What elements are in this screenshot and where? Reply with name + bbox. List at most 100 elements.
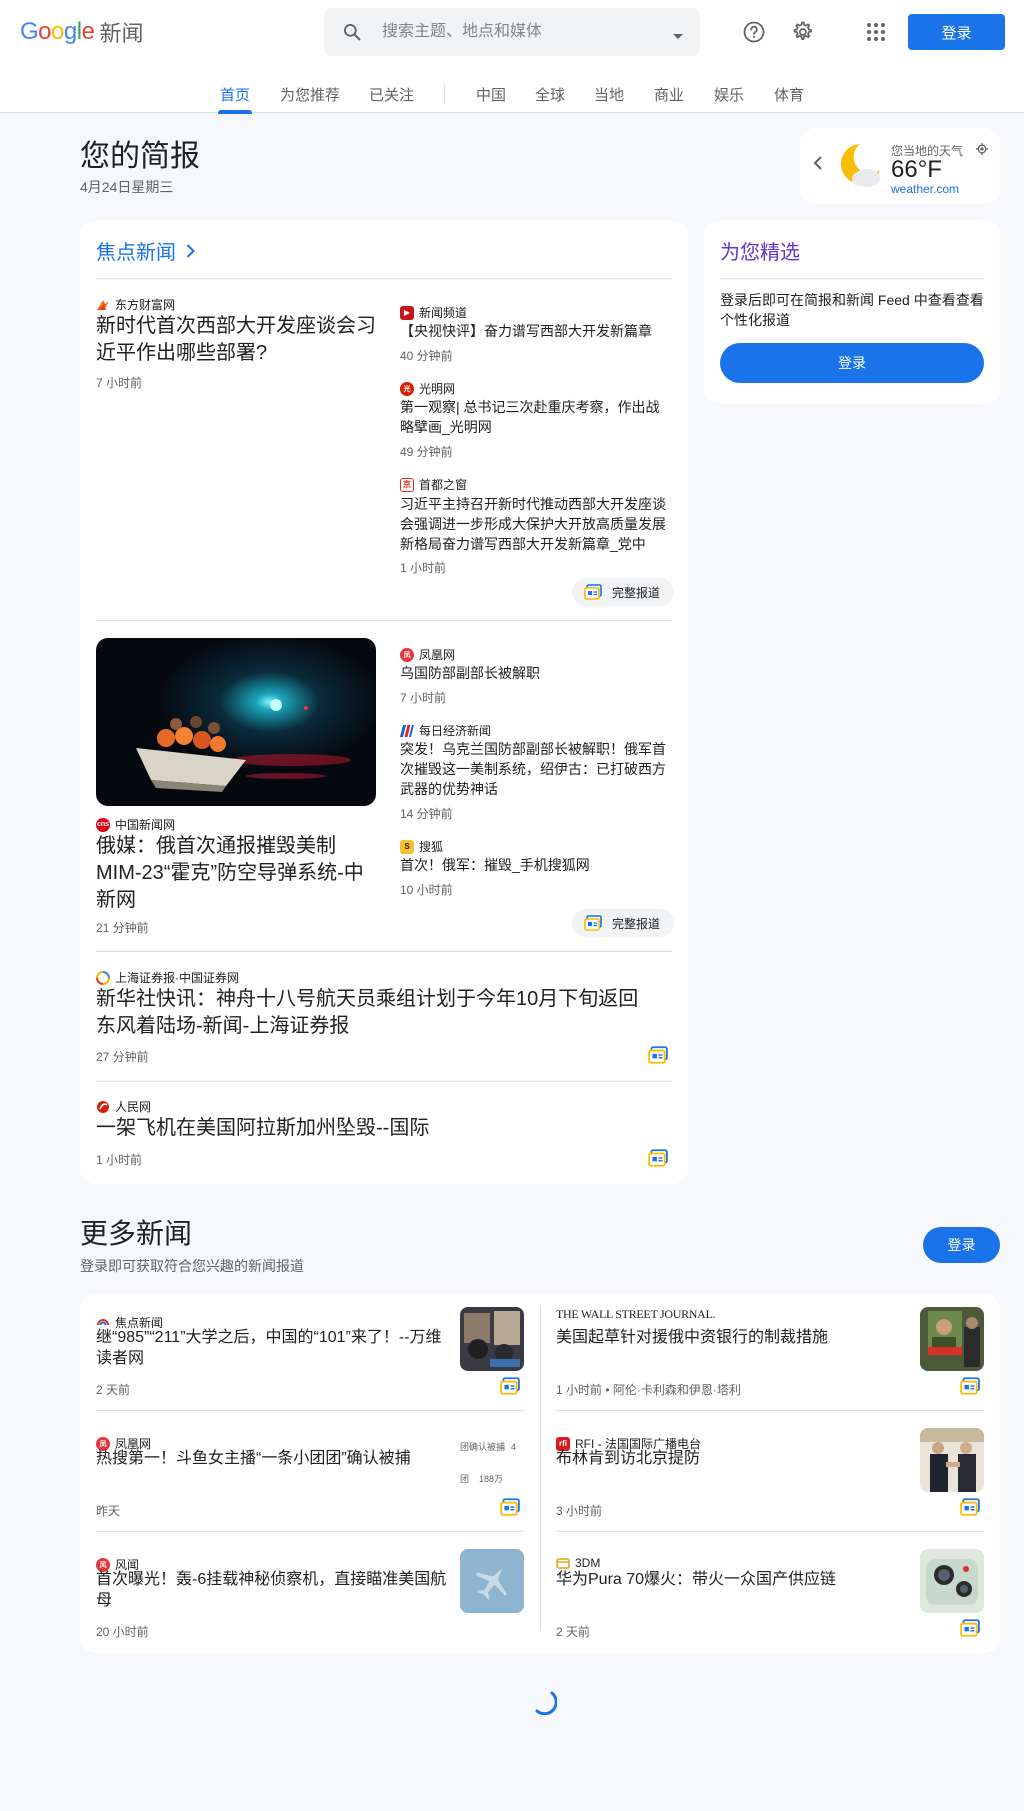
story-photo[interactable] bbox=[96, 638, 376, 806]
tab-home[interactable]: 首页 bbox=[217, 84, 253, 114]
sign-in-button[interactable]: 登录 bbox=[908, 14, 1005, 50]
full-coverage-icon[interactable] bbox=[500, 1498, 520, 1516]
source-label: 3DM bbox=[556, 1556, 600, 1570]
tab-local[interactable]: 当地 bbox=[594, 84, 624, 113]
story-headline[interactable]: 新华社快讯：神舟十八号航天员乘组计划于今年10月下旬返回东风着陆场-新闻-上海证… bbox=[96, 986, 656, 1040]
story-time: 7 小时前 bbox=[96, 376, 143, 390]
source-label: 东方财富网 bbox=[96, 296, 175, 313]
story-headline[interactable]: 布林肯到访北京提防 bbox=[556, 1448, 908, 1469]
divider bbox=[720, 278, 984, 279]
top-app-bar: Google 新闻 登录 首页 为您推荐 已关注 中国 全球 当地 商业 娱乐 … bbox=[0, 0, 1024, 114]
settings-gear-icon[interactable] bbox=[786, 16, 818, 48]
story-thumbnail[interactable] bbox=[920, 1549, 984, 1613]
cctv-news-logo-icon: ▶ bbox=[400, 305, 414, 320]
more-news-sign-in-button[interactable]: 登录 bbox=[923, 1227, 1000, 1263]
picks-title: 为您精选 bbox=[720, 242, 800, 264]
tab-sports[interactable]: 体育 bbox=[774, 84, 804, 113]
help-icon[interactable] bbox=[738, 16, 770, 48]
story-headline[interactable]: 继“985”“211”大学之后，中国的“101”来了！--万维读者网 bbox=[96, 1327, 448, 1369]
google-news-logo[interactable]: Google 新闻 bbox=[20, 16, 143, 48]
full-coverage-icon[interactable] bbox=[500, 1377, 520, 1395]
tab-business[interactable]: 商业 bbox=[654, 84, 684, 113]
tab-china[interactable]: 中国 bbox=[476, 84, 506, 113]
full-coverage-icon[interactable] bbox=[960, 1498, 980, 1516]
weather-source-link[interactable]: weather.com bbox=[891, 182, 959, 196]
top-stories-link[interactable]: 焦点新闻 bbox=[96, 236, 195, 265]
full-coverage-button[interactable]: 完整报道 bbox=[572, 909, 675, 937]
weather-widget[interactable]: 您当地的天气 66°F weather.com bbox=[800, 128, 1000, 204]
story-time: 7 小时前 bbox=[400, 691, 447, 705]
full-coverage-icon[interactable] bbox=[960, 1619, 980, 1637]
tab-for-you[interactable]: 为您推荐 bbox=[280, 84, 340, 113]
thumbnail-text: 团确认被捕 bbox=[460, 1442, 506, 1452]
chevron-left-icon[interactable] bbox=[812, 156, 824, 175]
story-thumbnail[interactable] bbox=[460, 1549, 524, 1613]
people-daily-logo-icon bbox=[96, 1100, 110, 1114]
full-coverage-icon bbox=[584, 915, 602, 931]
tab-entertainment[interactable]: 娱乐 bbox=[714, 84, 744, 113]
story-time: 20 小时前 bbox=[96, 1625, 149, 1639]
story-thumbnail[interactable]: 团确认被捕 4 团 188万 bbox=[460, 1428, 524, 1492]
full-coverage-button[interactable]: 完整报道 bbox=[572, 578, 675, 606]
partly-cloudy-night-icon bbox=[834, 140, 886, 197]
story-headline[interactable]: 美国起草针对援俄中资银行的制裁措施 bbox=[556, 1327, 908, 1348]
story-headline[interactable]: 一架飞机在美国阿拉斯加州坠毁--国际 bbox=[96, 1115, 656, 1142]
tab-following[interactable]: 已关注 bbox=[369, 84, 414, 113]
briefing-title: 您的简报 bbox=[80, 140, 200, 173]
divider bbox=[556, 1531, 984, 1532]
story-time: 1 小时前 • 阿伦·卡利森和伊恩·塔利 bbox=[556, 1383, 741, 1397]
story-time: 1 小时前 bbox=[96, 1153, 143, 1167]
full-coverage-icon[interactable] bbox=[648, 1149, 668, 1167]
story-headline[interactable]: 乌国防部副部长被解职 bbox=[400, 663, 672, 683]
top-stories-card: 焦点新闻 东方财富网 新时代首次西部大开发座谈会习近平作出哪些部署? 7 小时前… bbox=[80, 220, 688, 1184]
story-headline[interactable]: 首次！俄军：摧毁_手机搜狐网 bbox=[400, 855, 672, 875]
story-time: 21 分钟前 bbox=[96, 921, 149, 935]
story-headline[interactable]: 新时代首次西部大开发座谈会习近平作出哪些部署? bbox=[96, 313, 380, 367]
story-headline[interactable]: 首次曝光！轰-6挂载神秘侦察机，直接瞄准美国航母 bbox=[96, 1569, 448, 1611]
search-input[interactable] bbox=[382, 20, 642, 44]
story-headline[interactable]: 热搜第一！斗鱼女主播“一条小团团”确认被捕 bbox=[96, 1448, 448, 1469]
full-coverage-icon[interactable] bbox=[648, 1046, 668, 1064]
more-news-subtitle: 登录即可获取符合您兴趣的新闻报道 bbox=[80, 1258, 304, 1274]
story-headline[interactable]: 华为Pura 70爆火：带火一众国产供应链 bbox=[556, 1569, 908, 1590]
story-thumbnail[interactable] bbox=[920, 1307, 984, 1371]
apps-grid-icon[interactable] bbox=[860, 16, 892, 48]
source-label: cns 中国新闻网 bbox=[96, 817, 176, 832]
picks-sign-in-button[interactable]: 登录 bbox=[720, 343, 984, 383]
divider bbox=[96, 951, 672, 952]
thumbnail-number: 4 bbox=[511, 1442, 517, 1452]
top-stories-title: 焦点新闻 bbox=[96, 242, 176, 264]
more-news-card: 焦点新闻 继“985”“211”大学之后，中国的“101”来了！--万维读者网 … bbox=[80, 1293, 1000, 1653]
beijing-gov-logo-icon: 京 bbox=[400, 477, 414, 492]
column-divider bbox=[540, 1307, 541, 1629]
source-label: THE WALL STREET JOURNAL. bbox=[556, 1307, 716, 1321]
story-headline[interactable]: 第一观察| 总书记三次赴重庆考察，作出战略擘画_光明网 bbox=[400, 397, 672, 437]
eastmoney-logo-icon bbox=[96, 298, 110, 312]
story-headline[interactable]: 【央视快评】奋力谱写西部大开发新篇章 bbox=[400, 321, 672, 341]
picks-description: 登录后即可在简报和新闻 Feed 中查看查看个性化报道 bbox=[720, 292, 984, 328]
search-box[interactable] bbox=[324, 8, 700, 56]
story-time: 14 分钟前 bbox=[400, 807, 453, 821]
source-label: S 搜狐 bbox=[400, 838, 443, 855]
story-time: 昨天 bbox=[96, 1504, 121, 1518]
more-news-title: 更多新闻 bbox=[80, 1218, 193, 1249]
weather-temperature: 66°F bbox=[891, 156, 942, 183]
thumbnail-text: 团 bbox=[460, 1474, 470, 1484]
story-headline[interactable]: 突发！乌克兰国防部副部长被解职！俄军首次摧毁这一美制系统，绍伊古：已打破西方武器… bbox=[400, 739, 672, 799]
source-label: 上海证券报·中国证券网 bbox=[96, 969, 239, 986]
tab-world[interactable]: 全球 bbox=[535, 84, 565, 113]
story-headline[interactable]: 习近平主持召开新时代推动西部大开发座谈会强调进一步形成大保护大开放高质量发展新格… bbox=[400, 494, 672, 554]
source-label: 每日经济新闻 bbox=[400, 722, 491, 739]
search-options-dropdown-icon[interactable] bbox=[672, 28, 684, 46]
source-label: ▶ 新闻频道 bbox=[400, 304, 467, 321]
story-time: 10 小时前 bbox=[400, 883, 453, 897]
full-coverage-icon[interactable] bbox=[960, 1377, 980, 1395]
divider bbox=[96, 1081, 672, 1082]
search-icon[interactable] bbox=[342, 22, 362, 47]
story-thumbnail[interactable] bbox=[920, 1428, 984, 1492]
story-thumbnail[interactable] bbox=[460, 1307, 524, 1371]
location-target-icon[interactable] bbox=[976, 142, 988, 160]
story-headline[interactable]: 俄媒：俄首次通报摧毁美制MIM-23“霍克”防空导弹系统-中新网 bbox=[96, 833, 380, 914]
cnstock-logo-icon bbox=[96, 970, 110, 985]
divider bbox=[96, 1531, 524, 1532]
